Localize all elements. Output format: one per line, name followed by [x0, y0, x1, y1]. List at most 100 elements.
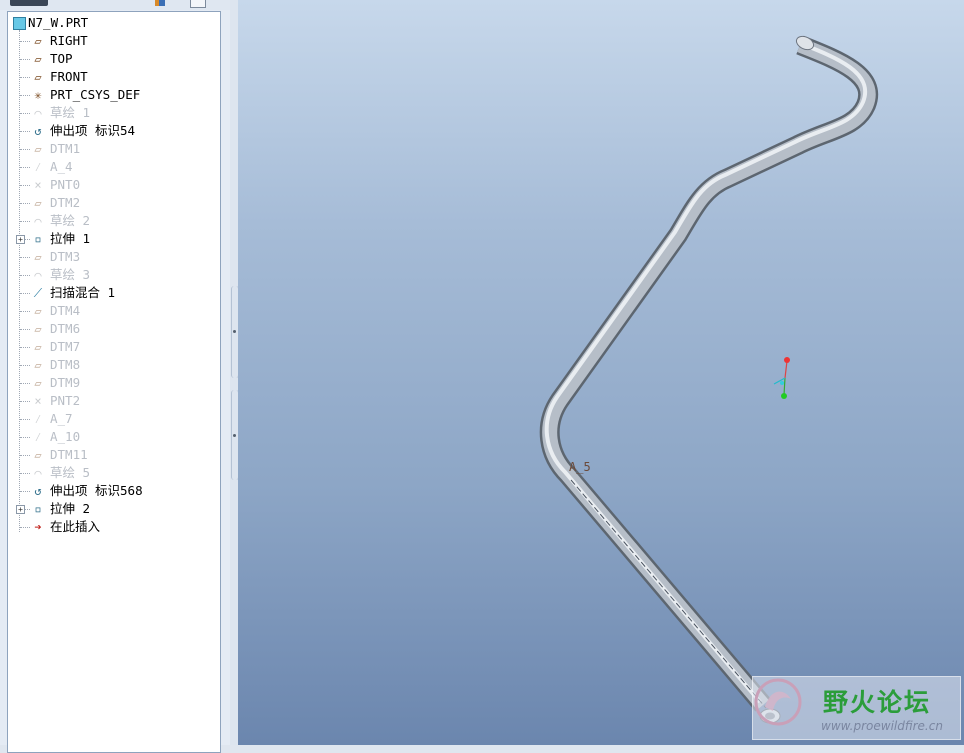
- datum-plane-icon: ▱: [34, 304, 42, 318]
- tree-item[interactable]: ▱ DTM3: [8, 248, 220, 266]
- csys-icon: ✳: [34, 88, 42, 102]
- sketch-icon: ⌒: [34, 214, 42, 228]
- tree-guide-branch: [20, 77, 30, 78]
- tree-item[interactable]: ▱ DTM11: [8, 446, 220, 464]
- datum-plane-icon: ▱: [34, 358, 42, 372]
- datum-point-icon: ×: [34, 178, 42, 192]
- datum-plane-icon: ▱: [34, 340, 42, 354]
- tree-item[interactable]: ▱ RIGHT: [8, 32, 220, 50]
- tree-item[interactable]: ✳ PRT_CSYS_DEF: [8, 86, 220, 104]
- panel-splitter[interactable]: [230, 0, 239, 745]
- settings-icon[interactable]: [155, 0, 165, 6]
- sketch-icon: ⌒: [34, 268, 42, 282]
- tree-item-label: 扫描混合 1: [50, 285, 116, 300]
- tree-guide-branch: [20, 203, 30, 204]
- datum-plane-icon: ▱: [34, 250, 42, 264]
- tree-item[interactable]: ⌒ 草绘 5: [8, 464, 220, 482]
- tree-item[interactable]: ⌒ 草绘 3: [8, 266, 220, 284]
- datum-axis-icon: ⁄: [34, 430, 42, 444]
- tree-item-label: PNT2: [50, 393, 81, 408]
- forum-watermark: 野火论坛 www.proewildfire.cn: [752, 676, 961, 740]
- datum-plane-icon: ▱: [34, 376, 42, 390]
- tree-guide-branch: [20, 527, 30, 528]
- datum-plane-icon: ▱: [34, 322, 42, 336]
- sketch-icon: ⌒: [34, 466, 42, 480]
- tree-item[interactable]: ⟋ 扫描混合 1: [8, 284, 220, 302]
- tree-item[interactable]: ⁄ A_7: [8, 410, 220, 428]
- tree-guide-branch: [20, 221, 30, 222]
- tree-item-label: 草绘 5: [50, 465, 91, 480]
- tree-item[interactable]: ▱ DTM9: [8, 374, 220, 392]
- tree-item[interactable]: ▱ DTM2: [8, 194, 220, 212]
- tree-item[interactable]: ➔ 在此插入: [8, 518, 220, 536]
- tree-root-label: N7_W.PRT: [28, 15, 89, 30]
- coordinate-triad: [773, 357, 790, 399]
- tree-guide-branch: [20, 167, 30, 168]
- tree-guide-branch: [20, 491, 30, 492]
- tree-item[interactable]: + ▫ 拉伸 2: [8, 500, 220, 518]
- tree-item[interactable]: ⌒ 草绘 2: [8, 212, 220, 230]
- sketch-icon: ⌒: [34, 106, 42, 120]
- flame-logo-icon: [754, 678, 802, 726]
- panel-header: [0, 0, 230, 10]
- tree-item-label: 草绘 3: [50, 267, 91, 282]
- tree-root-item[interactable]: N7_W.PRT: [8, 14, 220, 32]
- tree-item-label: 拉伸 1: [50, 231, 91, 246]
- watermark-url: www.proewildfire.cn: [821, 719, 943, 733]
- tree-guide-branch: [20, 329, 30, 330]
- graphics-viewport[interactable]: A_5 野火论坛 www.proewildfire.cn: [238, 0, 964, 745]
- tree-item-label: DTM11: [50, 447, 88, 462]
- tree-item-label: TOP: [50, 51, 73, 66]
- tree-item-label: 伸出项 标识54: [50, 123, 136, 138]
- tree-item[interactable]: + ▫ 拉伸 1: [8, 230, 220, 248]
- datum-plane-icon: ▱: [34, 142, 42, 156]
- tree-item-label: 伸出项 标识568: [50, 483, 143, 498]
- tree-item[interactable]: ⁄ A_4: [8, 158, 220, 176]
- tree-item-label: 草绘 2: [50, 213, 91, 228]
- extrude-icon: ▫: [34, 232, 42, 246]
- tree-item[interactable]: × PNT0: [8, 176, 220, 194]
- tree-guide-branch: [20, 365, 30, 366]
- tree-guide-branch: [20, 41, 30, 42]
- tree-item-label: A_10: [50, 429, 81, 444]
- tree-item[interactable]: ⌒ 草绘 1: [8, 104, 220, 122]
- datum-plane-icon: ▱: [34, 34, 42, 48]
- datum-plane-icon: ▱: [34, 52, 42, 66]
- tree-item[interactable]: ▱ DTM6: [8, 320, 220, 338]
- datum-point-icon: ×: [34, 394, 42, 408]
- tree-guide-branch: [20, 473, 30, 474]
- tree-item[interactable]: ▱ FRONT: [8, 68, 220, 86]
- tree-item[interactable]: ↺ 伸出项 标识54: [8, 122, 220, 140]
- tree-item-label: DTM8: [50, 357, 81, 372]
- tree-item[interactable]: ▱ TOP: [8, 50, 220, 68]
- expand-icon[interactable]: +: [16, 505, 25, 514]
- show-icon[interactable]: [190, 0, 206, 8]
- tree-item[interactable]: ⁄ A_10: [8, 428, 220, 446]
- tree-guide-branch: [20, 131, 30, 132]
- tree-guide-branch: [20, 185, 30, 186]
- extrude-icon: ▫: [34, 502, 42, 516]
- tree-guide-branch: [20, 275, 30, 276]
- tree-item[interactable]: ▱ DTM4: [8, 302, 220, 320]
- model-tree-tab[interactable]: [10, 0, 48, 6]
- tree-guide-branch: [20, 401, 30, 402]
- swept-blend-icon: ⟋: [33, 286, 43, 300]
- expand-icon[interactable]: +: [16, 235, 25, 244]
- datum-plane-icon: ▱: [34, 196, 42, 210]
- tree-item-label: 草绘 1: [50, 105, 91, 120]
- pipe-outline: [539, 35, 879, 712]
- tree-guide-branch: [20, 437, 30, 438]
- tree-item[interactable]: × PNT2: [8, 392, 220, 410]
- tree-item[interactable]: ▱ DTM8: [8, 356, 220, 374]
- tree-item-label: DTM2: [50, 195, 81, 210]
- watermark-title: 野火论坛: [823, 688, 932, 717]
- tree-item-label: DTM3: [50, 249, 81, 264]
- tree-guide-branch: [20, 419, 30, 420]
- part-icon: [13, 17, 26, 30]
- tree-item-label: A_4: [50, 159, 73, 174]
- tree-item[interactable]: ▱ DTM1: [8, 140, 220, 158]
- tree-item[interactable]: ▱ DTM7: [8, 338, 220, 356]
- tree-guide-branch: [20, 257, 30, 258]
- protrusion-icon: ↺: [34, 124, 42, 138]
- tree-item[interactable]: ↺ 伸出项 标识568: [8, 482, 220, 500]
